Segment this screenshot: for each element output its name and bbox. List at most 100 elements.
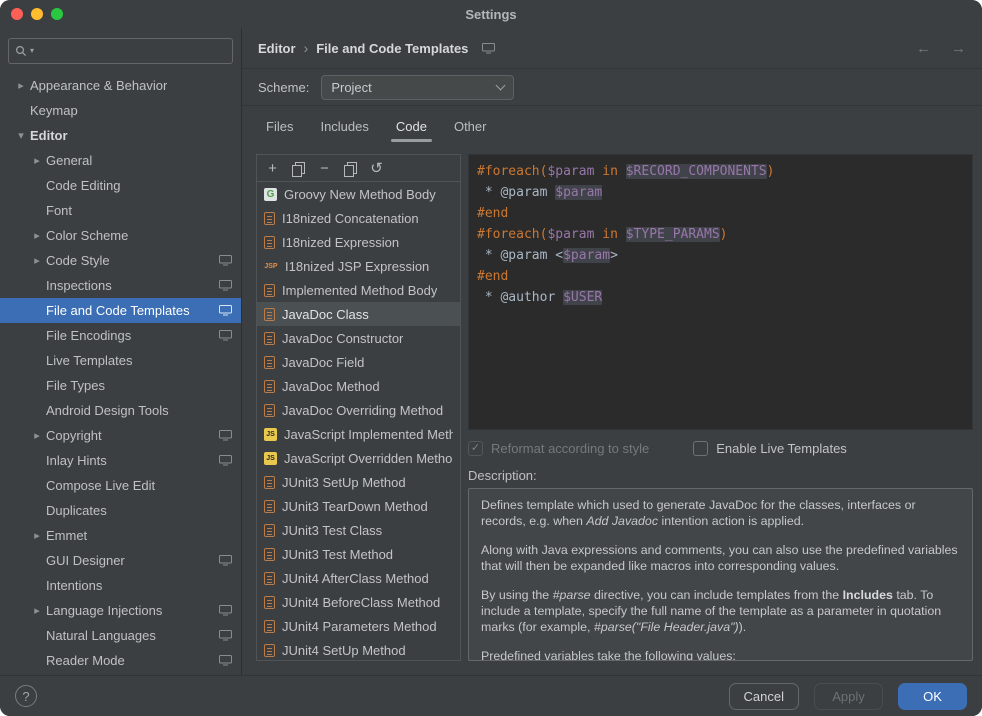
- groovy-file-icon: G: [264, 188, 277, 201]
- template-item-label: I18nized Concatenation: [282, 211, 419, 226]
- scheme-select[interactable]: Project: [321, 75, 514, 100]
- cancel-button[interactable]: Cancel: [729, 683, 799, 710]
- sidebar-item-label: Duplicates: [46, 503, 107, 518]
- tab-files[interactable]: Files: [266, 106, 293, 146]
- sidebar-item-code-editing[interactable]: Code Editing: [0, 173, 241, 198]
- chevron-right-icon[interactable]: ▸: [28, 529, 46, 542]
- breadcrumb-item-editor[interactable]: Editor: [258, 41, 296, 56]
- remove-template-icon[interactable]: −: [316, 160, 333, 177]
- sidebar-item-duplicates[interactable]: Duplicates: [0, 498, 241, 523]
- reformat-checkbox[interactable]: ✓ Reformat according to style: [468, 441, 649, 456]
- template-item-junit4-afterclass-method[interactable]: JUnit4 AfterClass Method: [257, 566, 460, 590]
- breadcrumb-item-file-and-code-templates[interactable]: File and Code Templates: [316, 41, 468, 56]
- template-item-javascript-implemented-method[interactable]: JSJavaScript Implemented Method: [257, 422, 460, 446]
- template-item-javadoc-constructor[interactable]: JavaDoc Constructor: [257, 326, 460, 350]
- help-button[interactable]: ?: [15, 685, 37, 707]
- sidebar-item-general[interactable]: ▸General: [0, 148, 241, 173]
- template-item-junit3-test-method[interactable]: JUnit3 Test Method: [257, 542, 460, 566]
- template-file-icon: [264, 212, 275, 225]
- template-item-groovy-new-method-body[interactable]: GGroovy New Method Body: [257, 182, 460, 206]
- tab-other[interactable]: Other: [454, 106, 487, 146]
- titlebar[interactable]: Settings: [0, 0, 982, 28]
- template-item-junit3-teardown-method[interactable]: JUnit3 TearDown Method: [257, 494, 460, 518]
- back-button[interactable]: ←: [916, 40, 931, 57]
- template-item-junit4-setup-method[interactable]: JUnit4 SetUp Method: [257, 638, 460, 660]
- template-item-javadoc-class[interactable]: JavaDoc Class: [257, 302, 460, 326]
- sidebar-item-code-style[interactable]: ▸Code Style: [0, 248, 241, 273]
- template-item-junit4-parameters-method[interactable]: JUnit4 Parameters Method: [257, 614, 460, 638]
- chevron-down-icon[interactable]: ▾: [12, 129, 30, 142]
- breadcrumb-separator-icon: ›: [304, 40, 309, 56]
- template-file-icon: [264, 476, 275, 489]
- chevron-right-icon[interactable]: ▸: [28, 229, 46, 242]
- template-item-junit3-test-class[interactable]: JUnit3 Test Class: [257, 518, 460, 542]
- sidebar-item-reader-mode[interactable]: Reader Mode: [0, 648, 241, 673]
- sidebar-item-file-and-code-templates[interactable]: File and Code Templates: [0, 298, 241, 323]
- tab-includes[interactable]: Includes: [320, 106, 368, 146]
- template-item-junit4-beforeclass-method[interactable]: JUnit4 BeforeClass Method: [257, 590, 460, 614]
- search-input[interactable]: [37, 44, 226, 59]
- add-template-icon[interactable]: +: [264, 160, 281, 177]
- sidebar-item-android-design-tools[interactable]: Android Design Tools: [0, 398, 241, 423]
- sidebar-item-live-templates[interactable]: Live Templates: [0, 348, 241, 373]
- tab-code[interactable]: Code: [396, 106, 427, 146]
- live-templates-checkbox[interactable]: Enable Live Templates: [693, 441, 847, 456]
- description-box[interactable]: Defines template which used to generate …: [468, 488, 973, 661]
- sidebar-item-compose-live-edit[interactable]: Compose Live Edit: [0, 473, 241, 498]
- sidebar-item-keymap[interactable]: Keymap: [0, 98, 241, 123]
- template-item-implemented-method-body[interactable]: Implemented Method Body: [257, 278, 460, 302]
- chevron-right-icon[interactable]: ▸: [28, 604, 46, 617]
- screen-badge-icon: [213, 455, 232, 466]
- sidebar-item-natural-languages[interactable]: Natural Languages: [0, 623, 241, 648]
- sidebar-item-intentions[interactable]: Intentions: [0, 573, 241, 598]
- sidebar-item-editor[interactable]: ▾Editor: [0, 123, 241, 148]
- sidebar-item-appearance-behavior[interactable]: ▸Appearance & Behavior: [0, 73, 241, 98]
- template-file-icon: [264, 236, 275, 249]
- live-templates-checkbox-box[interactable]: [693, 441, 708, 456]
- template-item-i18nized-expression[interactable]: I18nized Expression: [257, 230, 460, 254]
- sidebar-item-label: File Encodings: [46, 328, 131, 343]
- reset-template-icon[interactable]: ↺: [368, 160, 385, 177]
- chevron-right-icon[interactable]: ▸: [28, 429, 46, 442]
- template-item-label: JavaScript Overridden Method: [284, 451, 453, 466]
- template-item-javadoc-overriding-method[interactable]: JavaDoc Overriding Method: [257, 398, 460, 422]
- template-item-i18nized-jsp-expression[interactable]: JSPI18nized JSP Expression: [257, 254, 460, 278]
- template-item-javascript-overridden-method[interactable]: JSJavaScript Overridden Method: [257, 446, 460, 470]
- template-item-javadoc-field[interactable]: JavaDoc Field: [257, 350, 460, 374]
- template-item-i18nized-concatenation[interactable]: I18nized Concatenation: [257, 206, 460, 230]
- ok-button[interactable]: OK: [898, 683, 967, 710]
- sidebar-item-file-encodings[interactable]: File Encodings: [0, 323, 241, 348]
- reformat-checkbox-box[interactable]: ✓: [468, 441, 483, 456]
- forward-button[interactable]: →: [951, 40, 966, 57]
- settings-search[interactable]: ▾: [8, 38, 233, 64]
- template-item-javadoc-method[interactable]: JavaDoc Method: [257, 374, 460, 398]
- screen-badge-icon: [213, 630, 232, 641]
- duplicate-template-icon[interactable]: [342, 160, 359, 177]
- sidebar-item-inspections[interactable]: Inspections: [0, 273, 241, 298]
- sidebar-item-gui-designer[interactable]: GUI Designer: [0, 548, 241, 573]
- apply-button[interactable]: Apply: [814, 683, 883, 710]
- sidebar-item-inlay-hints[interactable]: Inlay Hints: [0, 448, 241, 473]
- sidebar-item-color-scheme[interactable]: ▸Color Scheme: [0, 223, 241, 248]
- sidebar-item-label: General: [46, 153, 92, 168]
- sidebar-item-file-types[interactable]: File Types: [0, 373, 241, 398]
- chevron-right-icon[interactable]: ▸: [12, 79, 30, 92]
- template-options: ✓ Reformat according to style Enable Liv…: [468, 437, 973, 459]
- zoom-window-button[interactable]: [51, 8, 63, 20]
- copy-template-icon[interactable]: [290, 160, 307, 177]
- template-item-junit3-setup-method[interactable]: JUnit3 SetUp Method: [257, 470, 460, 494]
- sidebar-item-font[interactable]: Font: [0, 198, 241, 223]
- template-editor[interactable]: #foreach($param in $RECORD_COMPONENTS) *…: [468, 154, 973, 430]
- sidebar-item-copyright[interactable]: ▸Copyright: [0, 423, 241, 448]
- chevron-right-icon[interactable]: ▸: [28, 254, 46, 267]
- chevron-right-icon[interactable]: ▸: [28, 154, 46, 167]
- search-history-chevron-icon[interactable]: ▾: [30, 47, 34, 55]
- description-paragraph: Predefined variables take the following …: [481, 648, 960, 661]
- sidebar-item-language-injections[interactable]: ▸Language Injections: [0, 598, 241, 623]
- close-window-button[interactable]: [11, 8, 23, 20]
- template-item-label: JavaDoc Constructor: [282, 331, 403, 346]
- scheme-label: Scheme:: [258, 80, 309, 95]
- traffic-lights: [11, 8, 63, 20]
- minimize-window-button[interactable]: [31, 8, 43, 20]
- sidebar-item-emmet[interactable]: ▸Emmet: [0, 523, 241, 548]
